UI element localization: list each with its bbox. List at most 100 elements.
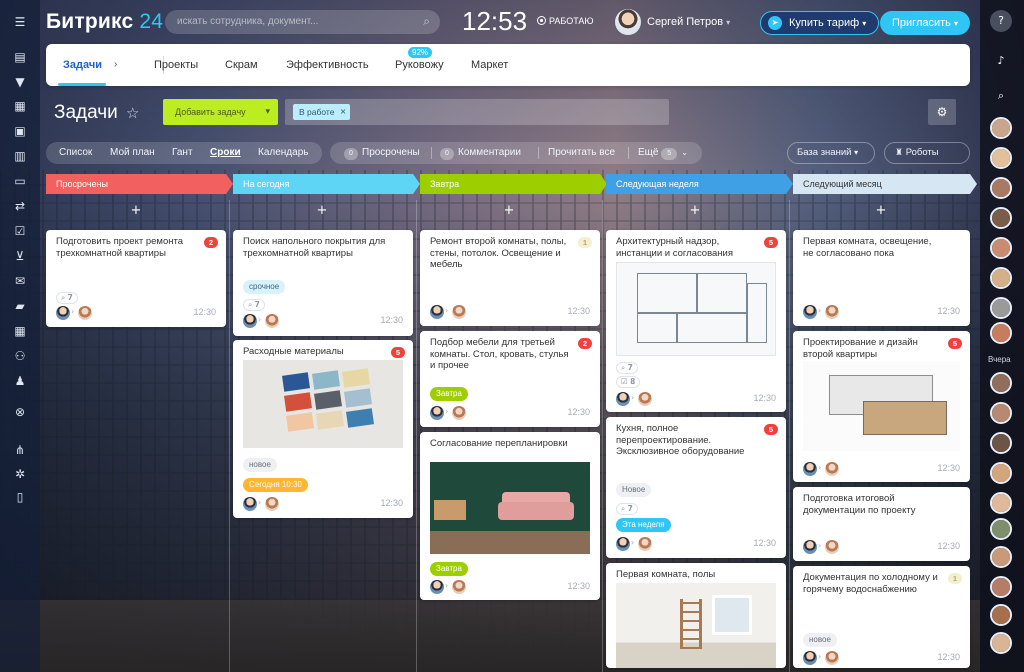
task-tag[interactable]: Новое bbox=[616, 483, 652, 497]
task-title[interactable]: Первая комната, освещение, не согласован… bbox=[803, 236, 944, 259]
avatar[interactable] bbox=[243, 314, 257, 328]
avatar[interactable] bbox=[825, 540, 839, 554]
tab-efficiency[interactable]: Эффективность bbox=[286, 59, 369, 71]
task-card[interactable]: Согласование перепланировки Завтра › 12:… bbox=[420, 432, 600, 600]
star-icon[interactable]: ☆ bbox=[126, 104, 139, 122]
task-tag[interactable]: срочное bbox=[243, 280, 286, 294]
avatar[interactable] bbox=[56, 306, 70, 320]
avatar[interactable] bbox=[990, 297, 1012, 319]
avatar[interactable] bbox=[243, 497, 257, 511]
avatar[interactable] bbox=[990, 432, 1012, 454]
deadline-badge[interactable]: Сегодня 10:30 bbox=[243, 478, 308, 492]
read-all-button[interactable]: Прочитать все bbox=[548, 147, 615, 158]
task-card[interactable]: Подбор мебели для третьей комнаты. Стол,… bbox=[420, 331, 600, 427]
gear-small-icon[interactable]: ✲ bbox=[12, 467, 28, 481]
filter-icon[interactable]: ▼ bbox=[12, 75, 28, 89]
task-card[interactable]: Архитектурный надзор, инстанции и соглас… bbox=[606, 230, 786, 412]
add-card-icon[interactable]: + bbox=[499, 203, 519, 218]
avatar[interactable] bbox=[430, 406, 444, 420]
view-list[interactable]: Список bbox=[59, 147, 92, 158]
filter-search-input[interactable]: В работе × bbox=[285, 99, 669, 125]
column-header-overdue[interactable]: Просрочены bbox=[46, 174, 233, 194]
add-card-icon[interactable]: + bbox=[126, 203, 146, 218]
close-icon[interactable]: × bbox=[340, 104, 347, 120]
view-deadlines[interactable]: Сроки bbox=[210, 147, 241, 158]
add-task-button[interactable]: Добавить задачу ▾ bbox=[163, 99, 278, 125]
tab-scrum[interactable]: Скрам bbox=[225, 59, 258, 71]
task-title[interactable]: Подготовка итоговой документации по прое… bbox=[803, 493, 944, 516]
avatar[interactable] bbox=[803, 305, 817, 319]
contacts-icon[interactable]: ▥ bbox=[12, 149, 28, 163]
robots-button[interactable]: ♜ Роботы bbox=[884, 142, 970, 164]
task-title[interactable]: Подбор мебели для третьей комнаты. Стол,… bbox=[430, 337, 574, 372]
invite-button[interactable]: Пригласить ▾ bbox=[880, 11, 970, 35]
avatar[interactable] bbox=[825, 305, 839, 319]
avatar[interactable] bbox=[990, 237, 1012, 259]
menu-icon[interactable]: ☰ bbox=[12, 15, 28, 29]
avatar[interactable] bbox=[638, 537, 652, 551]
task-card[interactable]: Первая комната, полы bbox=[606, 563, 786, 668]
task-title[interactable]: Архитектурный надзор, инстанции и соглас… bbox=[616, 236, 760, 259]
task-title[interactable]: Первая комната, полы bbox=[616, 569, 760, 581]
task-title[interactable]: Подготовить проект ремонта трехкомнатной… bbox=[56, 236, 200, 259]
task-card[interactable]: Подготовить проект ремонта трехкомнатной… bbox=[46, 230, 226, 327]
mobile-icon[interactable]: ▯ bbox=[12, 490, 28, 504]
task-card[interactable]: Проектирование и дизайн второй квартиры … bbox=[793, 331, 970, 482]
search-icon[interactable]: ⌕ bbox=[423, 14, 430, 29]
app-logo[interactable]: Битрикс 24 bbox=[46, 10, 163, 34]
add-card-icon[interactable]: + bbox=[685, 203, 705, 218]
avatar[interactable] bbox=[990, 604, 1012, 626]
avatar[interactable] bbox=[990, 372, 1012, 394]
avatar[interactable] bbox=[825, 651, 839, 665]
mail-icon[interactable]: ✉ bbox=[12, 274, 28, 288]
task-card[interactable]: Документация по холодному и горячему вод… bbox=[793, 566, 970, 668]
task-title[interactable]: Ремонт второй комнаты, полы, стены, пото… bbox=[430, 236, 574, 271]
avatar[interactable] bbox=[990, 117, 1012, 139]
overdue-counter[interactable]: 0 Просрочены bbox=[344, 147, 420, 160]
avatar[interactable] bbox=[265, 497, 279, 511]
bell-icon[interactable]: ♪ bbox=[990, 50, 1012, 72]
avatar[interactable] bbox=[452, 406, 466, 420]
more-button[interactable]: Ещё 5 ⌄ bbox=[638, 147, 688, 160]
sync-icon[interactable]: ⇄ bbox=[12, 199, 28, 213]
task-card[interactable]: Поиск напольного покрытия для трехкомнат… bbox=[233, 230, 413, 336]
avatar[interactable] bbox=[803, 462, 817, 476]
task-tag[interactable]: новое bbox=[243, 458, 277, 472]
avatar[interactable] bbox=[265, 314, 279, 328]
task-title[interactable]: Документация по холодному и горячему вод… bbox=[803, 572, 944, 595]
checklist-icon[interactable]: ☑ bbox=[12, 224, 28, 238]
avatar[interactable] bbox=[616, 392, 630, 406]
task-title[interactable]: Проектирование и дизайн второй квартиры bbox=[803, 337, 944, 360]
task-card[interactable]: Подготовка итоговой документации по прое… bbox=[793, 487, 970, 561]
avatar[interactable] bbox=[990, 207, 1012, 229]
drive-icon[interactable]: ▭ bbox=[12, 174, 28, 188]
gear-icon[interactable]: ⚙ bbox=[928, 99, 956, 125]
chevron-right-icon[interactable]: › bbox=[114, 59, 117, 70]
deadline-badge[interactable]: Завтра bbox=[430, 562, 468, 576]
deadline-badge[interactable]: Эта неделя bbox=[616, 518, 671, 532]
avatar[interactable] bbox=[616, 537, 630, 551]
avatar[interactable] bbox=[990, 177, 1012, 199]
settings-circle-icon[interactable]: ⊗ bbox=[12, 405, 28, 419]
tasks-icon[interactable]: ▣ bbox=[12, 124, 28, 138]
view-my-plan[interactable]: Мой план bbox=[110, 147, 155, 158]
deadline-badge[interactable]: Завтра bbox=[430, 387, 468, 401]
avatar[interactable] bbox=[990, 267, 1012, 289]
column-header-today[interactable]: На сегодня bbox=[233, 174, 420, 194]
apps-icon[interactable]: ▦ bbox=[12, 99, 28, 113]
work-status[interactable]: РАБОТАЮ bbox=[537, 16, 594, 26]
task-card[interactable]: Первая комната, освещение, не согласован… bbox=[793, 230, 970, 326]
column-header-next-month[interactable]: Следующий месяц bbox=[793, 174, 977, 194]
avatar[interactable] bbox=[990, 322, 1012, 344]
add-card-icon[interactable]: + bbox=[871, 203, 891, 218]
avatar[interactable] bbox=[452, 305, 466, 319]
calendar-icon[interactable]: ▦ bbox=[12, 324, 28, 338]
avatar[interactable] bbox=[452, 580, 466, 594]
knowledge-base-button[interactable]: База знаний ▾ bbox=[787, 142, 875, 164]
column-header-next-week[interactable]: Следующая неделя bbox=[606, 174, 793, 194]
add-card-icon[interactable]: + bbox=[312, 203, 332, 218]
task-title[interactable]: Поиск напольного покрытия для трехкомнат… bbox=[243, 236, 387, 259]
team-icon[interactable]: ♟ bbox=[12, 374, 28, 388]
filter-chip[interactable]: В работе × bbox=[293, 104, 351, 120]
task-tag[interactable]: новое bbox=[803, 633, 837, 647]
